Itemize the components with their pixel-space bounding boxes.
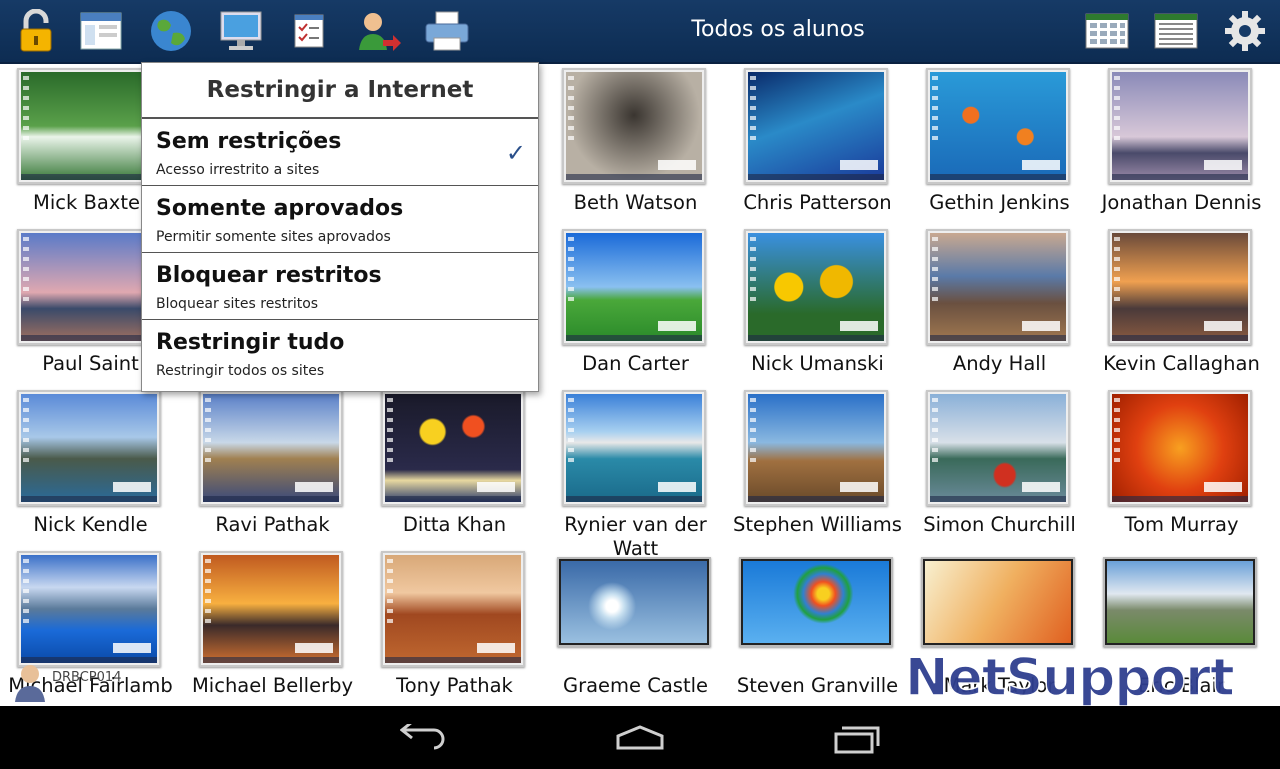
option-title: Bloquear restritos [156,263,382,288]
student-name: Steven Granville [736,674,899,697]
student-tile[interactable]: Steven Granville [727,547,908,707]
page-title: Todos os alunos [691,17,865,42]
system-navigation-bar [0,706,1280,769]
printer-icon[interactable] [424,8,470,54]
screen-thumbnail[interactable] [1103,557,1257,647]
menu-option-block-restricted[interactable]: Bloquear restritos Bloquear sites restri… [142,253,538,320]
checkmark-icon: ✓ [505,139,526,167]
screen-thumbnail[interactable] [1108,390,1252,506]
option-subtitle: Bloquear sites restritos [156,296,319,312]
gear-icon[interactable] [1222,8,1268,54]
menu-option-approved-only[interactable]: Somente aprovados Permitir somente sites… [142,186,538,253]
student-name: Chris Patterson [743,191,892,214]
user-transfer-icon[interactable] [355,8,401,54]
screen-thumbnail[interactable] [739,557,893,647]
screen-thumbnail[interactable] [17,68,161,184]
student-name: Stephen Williams [733,513,902,536]
monitor-icon[interactable] [218,8,264,54]
screen-thumbnail[interactable] [744,229,888,345]
screen-thumbnail[interactable] [744,390,888,506]
screen-thumbnail[interactable] [17,551,161,667]
student-tile[interactable]: Gethin Jenkins [909,64,1090,224]
student-tile[interactable]: Rynier van der Watt [545,386,726,560]
option-subtitle: Permitir somente sites aprovados [156,229,391,245]
back-icon[interactable] [400,724,448,752]
option-title: Somente aprovados [156,196,404,221]
window-icon[interactable] [78,8,124,54]
student-tile[interactable]: Michael Bellerby [182,547,363,707]
student-tile[interactable]: Stephen Williams [727,386,908,546]
screen-thumbnail[interactable] [381,551,525,667]
screen-thumbnail[interactable] [1108,68,1252,184]
screen-thumbnail[interactable] [562,229,706,345]
student-name: Simon Churchill [923,513,1076,536]
student-tile[interactable]: Nick Kendle [0,386,181,546]
toolbar: Todos os alunos [0,0,1280,64]
screen-thumbnail[interactable] [926,68,1070,184]
student-name: Andy Hall [952,352,1047,375]
menu-option-no-restrictions[interactable]: Sem restrições Acesso irrestrito a sites… [142,119,538,186]
student-tile[interactable]: Andy Hall [909,225,1090,385]
option-subtitle: Restringir todos os sites [156,363,325,379]
student-name: Jonathan Dennis [1101,191,1262,214]
student-name: Kevin Callaghan [1103,352,1260,375]
student-tile[interactable]: Simon Churchill [909,386,1090,546]
student-tile[interactable]: Nick Umanski [727,225,908,385]
screen-thumbnail[interactable] [381,390,525,506]
screen-thumbnail[interactable] [562,390,706,506]
menu-option-restrict-all[interactable]: Restringir tudo Restringir todos os site… [142,320,538,386]
student-name: Beth Watson [573,191,698,214]
globe-icon[interactable] [148,8,194,54]
student-tile[interactable]: Kevin Callaghan [1091,225,1272,385]
home-icon[interactable] [614,724,666,752]
student-name: Tom Murray [1124,513,1239,536]
student-name: Dan Carter [582,352,689,375]
student-name: Graeme Castle [562,674,709,697]
student-tile[interactable]: Chris Patterson [727,64,908,224]
student-tile[interactable]: Tom Murray [1091,386,1272,546]
teacher-icon [15,665,45,702]
option-title: Sem restrições [156,129,342,154]
student-tile[interactable]: Tony Pathak [364,547,545,707]
screen-thumbnail[interactable] [17,229,161,345]
student-name: Gethin Jenkins [929,191,1070,214]
tutor-label: DRBCP014 [52,670,122,685]
screen-thumbnail[interactable] [557,557,711,647]
student-tile[interactable]: Graeme Castle [545,547,726,707]
student-tile[interactable]: Jonathan Dennis [1091,64,1272,224]
option-title: Restringir tudo [156,330,345,355]
screen-thumbnail[interactable] [17,390,161,506]
student-tile[interactable]: Beth Watson [545,64,726,224]
screen-thumbnail[interactable] [562,68,706,184]
recent-apps-icon[interactable] [832,722,882,754]
netsupport-logo: NetSupport [904,647,1235,709]
student-name: Ravi Pathak [215,513,330,536]
student-name: Nick Kendle [33,513,148,536]
internet-restriction-menu: Restringir a Internet Sem restrições Ace… [141,62,539,392]
screen-thumbnail[interactable] [926,229,1070,345]
screen-thumbnail[interactable] [926,390,1070,506]
list-view-icon[interactable] [1153,8,1199,54]
screen-thumbnail[interactable] [199,551,343,667]
student-name: Nick Umanski [751,352,884,375]
student-name: Michael Bellerby [191,674,354,697]
checklist-icon[interactable] [286,8,332,54]
screen-thumbnail[interactable] [744,68,888,184]
student-name: Ditta Khan [402,513,507,536]
screen-thumbnail[interactable] [199,390,343,506]
student-tile[interactable]: Ditta Khan [364,386,545,546]
screen-thumbnail[interactable] [1108,229,1252,345]
thumbnail-grid-icon[interactable] [1084,8,1130,54]
student-tile[interactable]: Ravi Pathak [182,386,363,546]
student-name: Tony Pathak [396,674,513,697]
student-tile[interactable]: Dan Carter [545,225,726,385]
lock-icon[interactable] [13,8,59,54]
tutor-indicator: DRBCP014 [12,662,152,702]
screen-thumbnail[interactable] [921,557,1075,647]
option-subtitle: Acesso irrestrito a sites [156,162,320,178]
menu-title: Restringir a Internet [142,63,538,119]
